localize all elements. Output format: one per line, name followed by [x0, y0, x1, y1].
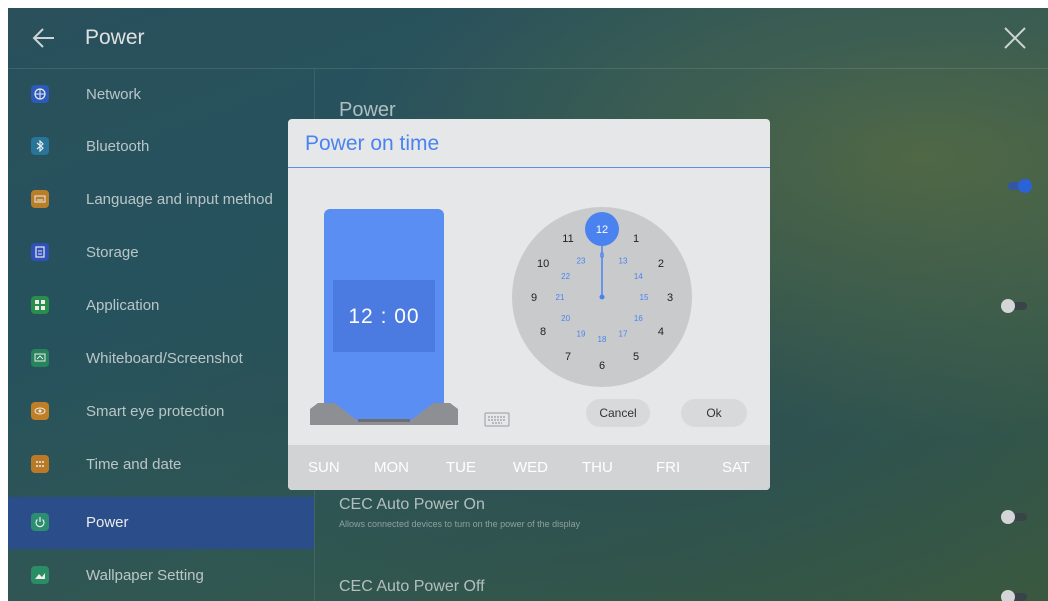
weekday-selector: SUN MON TUE WED THU FRI SAT [288, 445, 770, 490]
hour-4: 4 [658, 326, 664, 338]
hour-18: 18 [598, 335, 607, 344]
device-stand-illustration [310, 395, 458, 425]
hour-8: 8 [540, 326, 546, 338]
hour-23: 23 [577, 257, 586, 266]
clock-dial[interactable]: 12123456789101101314151617181920212223 [512, 207, 692, 387]
dialog-divider [288, 167, 770, 168]
hour-17: 17 [619, 329, 628, 338]
day-tue[interactable]: TUE [446, 459, 476, 476]
power-on-time-dialog: Power on time 12 : 00 12 1 2 3 4 5 6 7 8 9 10 11 0 13… [288, 119, 770, 490]
settings-screen: Power Network Bluetooth Language and inp… [8, 8, 1048, 601]
hour-22: 22 [561, 272, 570, 281]
hour-7: 7 [565, 351, 571, 363]
day-fri[interactable]: FRI [656, 459, 680, 476]
dialog-title: Power on time [305, 132, 440, 155]
ok-button[interactable]: Ok [681, 399, 747, 427]
day-sun[interactable]: SUN [308, 459, 340, 476]
time-display[interactable]: 12 : 00 [333, 305, 435, 329]
hour-6: 6 [599, 360, 605, 372]
hour-16: 16 [634, 314, 643, 323]
day-mon[interactable]: MON [374, 459, 409, 476]
hour-13: 13 [619, 257, 628, 266]
hour-12: 12 [596, 224, 608, 236]
hour-9: 9 [531, 292, 537, 304]
hour-19: 19 [577, 329, 586, 338]
keyboard-icon[interactable] [484, 412, 510, 427]
hour-15: 15 [640, 293, 649, 302]
hour-11: 11 [562, 233, 573, 245]
cancel-button[interactable]: Cancel [586, 399, 650, 427]
hour-5: 5 [633, 351, 639, 363]
day-wed[interactable]: WED [513, 459, 548, 476]
day-sat[interactable]: SAT [722, 459, 750, 476]
day-thu[interactable]: THU [582, 459, 613, 476]
clock-center-dot [599, 294, 605, 300]
hour-14: 14 [634, 272, 643, 281]
hour-20: 20 [561, 314, 570, 323]
hour-21: 21 [556, 293, 565, 302]
hour-3: 3 [667, 292, 673, 304]
hour-0: 0 [600, 251, 605, 260]
hour-10: 10 [537, 258, 549, 270]
hour-2: 2 [658, 258, 664, 270]
hour-1: 1 [633, 233, 639, 245]
